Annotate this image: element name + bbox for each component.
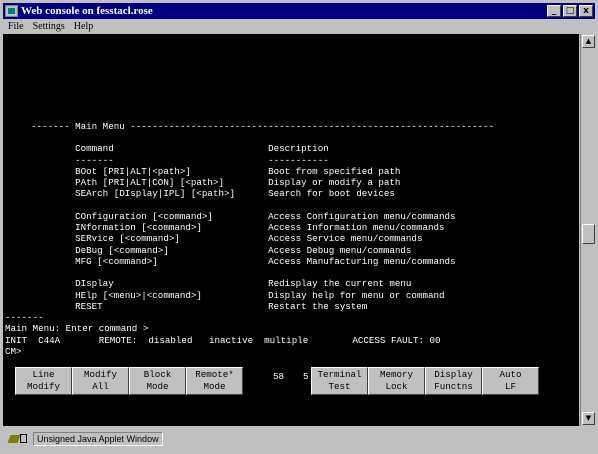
fkey-label-top: Display <box>434 369 473 380</box>
fkey-label-top: Terminal <box>317 369 362 380</box>
maximize-button[interactable]: □ <box>563 5 577 17</box>
scroll-up-icon[interactable]: ▲ <box>582 35 595 48</box>
menu-help[interactable]: Help <box>74 21 93 32</box>
fkey-label-bottom: Functns <box>434 381 473 392</box>
terminal-line: INformation [<command>] Access Informati… <box>31 222 445 233</box>
fkey-label-bottom: Modify <box>26 381 61 392</box>
menu-settings[interactable]: Settings <box>33 21 65 32</box>
fkey-label-bottom: Mode <box>146 381 169 392</box>
fkey-button-3[interactable]: Block Mode <box>129 367 186 395</box>
fkey-label-bottom: Mode <box>203 381 226 392</box>
terminal-line: DeBug [<command>] Access Debug menu/comm… <box>31 244 412 256</box>
fkey-label-top: Memory <box>379 369 414 380</box>
terminal-screen[interactable]: ------- Main Menu ----------------------… <box>3 34 579 426</box>
terminal-line: INIT C44A REMOTE: disabled inactive mult… <box>5 334 441 346</box>
cursor-row-readout: 58 <box>273 371 285 382</box>
fkey-button-6[interactable]: Memory Lock <box>368 367 425 395</box>
applet-warning: Unsigned Java Applet Window <box>33 432 163 446</box>
fkey-label-bottom: Lock <box>385 381 408 392</box>
window-title: Web console on fesstacl.rose <box>21 5 153 17</box>
terminal-line: COnfiguration [<command>] Access Configu… <box>31 210 456 222</box>
scroll-down-icon[interactable]: ▼ <box>582 412 595 425</box>
fkey-label-top: Line <box>32 369 55 380</box>
menu-file[interactable]: File <box>8 21 24 32</box>
terminal-line: SEArch [DIsplay|IPL] [<path>] Search for… <box>31 188 395 200</box>
fkey-label-bottom: Test <box>328 381 351 392</box>
fkey-button-4[interactable]: Remote* Mode <box>186 367 243 395</box>
fkey-button-5[interactable]: Terminal Test <box>311 367 368 395</box>
cursor-col-readout: 5 <box>303 371 309 382</box>
fkey-button-7[interactable]: Display Functns <box>425 367 482 395</box>
fkey-label-top: Auto <box>499 369 522 380</box>
fkey-label-top: Modify <box>83 369 118 380</box>
terminal-line: HElp [<menu>|<command>] Display help for… <box>31 289 445 301</box>
menu-bar: File Settings Help <box>3 19 595 33</box>
terminal-line: ------- ----------- <box>31 154 329 166</box>
terminal-line: RESET Restart the system <box>31 300 368 312</box>
terminal-line: SERvice [<command>] Access Service menu/… <box>31 233 423 245</box>
fkey-button-8[interactable]: Auto LF <box>482 367 539 395</box>
fkey-button-2[interactable]: Modify All <box>72 367 129 395</box>
terminal-line: MFG [<command>] Access Manufacturing men… <box>31 255 456 267</box>
terminal-line: ------- Main Menu ----------------------… <box>31 120 495 132</box>
app-icon[interactable] <box>5 5 18 17</box>
fkey-button-1[interactable]: Line Modify <box>15 367 72 395</box>
close-button[interactable]: x <box>579 5 593 17</box>
terminal-line: PAth [PRI|ALT|CON] [<path>] Display or m… <box>31 177 401 188</box>
terminal-line: DIsplay Redisplay the current menu <box>31 278 412 290</box>
key-icon <box>9 433 29 445</box>
fkey-label-bottom: LF <box>504 381 517 392</box>
terminal-line: Main Menu: Enter command > <box>5 323 149 335</box>
scroll-thumb[interactable] <box>582 224 595 244</box>
minimize-button[interactable]: _ <box>547 5 561 17</box>
fkey-label-bottom: All <box>92 381 109 392</box>
terminal-line: Command Description <box>31 143 329 155</box>
terminal-line: ------- <box>5 312 44 323</box>
status-bar: Unsigned Java Applet Window <box>3 430 595 448</box>
title-bar[interactable]: Web console on fesstacl.rose _ □ x <box>3 3 595 19</box>
terminal-line: BOot [PRI|ALT|<path>] Boot from specifie… <box>31 165 401 177</box>
fkey-label-top: Block <box>143 369 172 380</box>
vertical-scrollbar[interactable]: ▲ ▼ <box>580 34 595 426</box>
terminal-line: CM> <box>5 345 22 357</box>
fkey-label-top: Remote* <box>195 369 234 380</box>
